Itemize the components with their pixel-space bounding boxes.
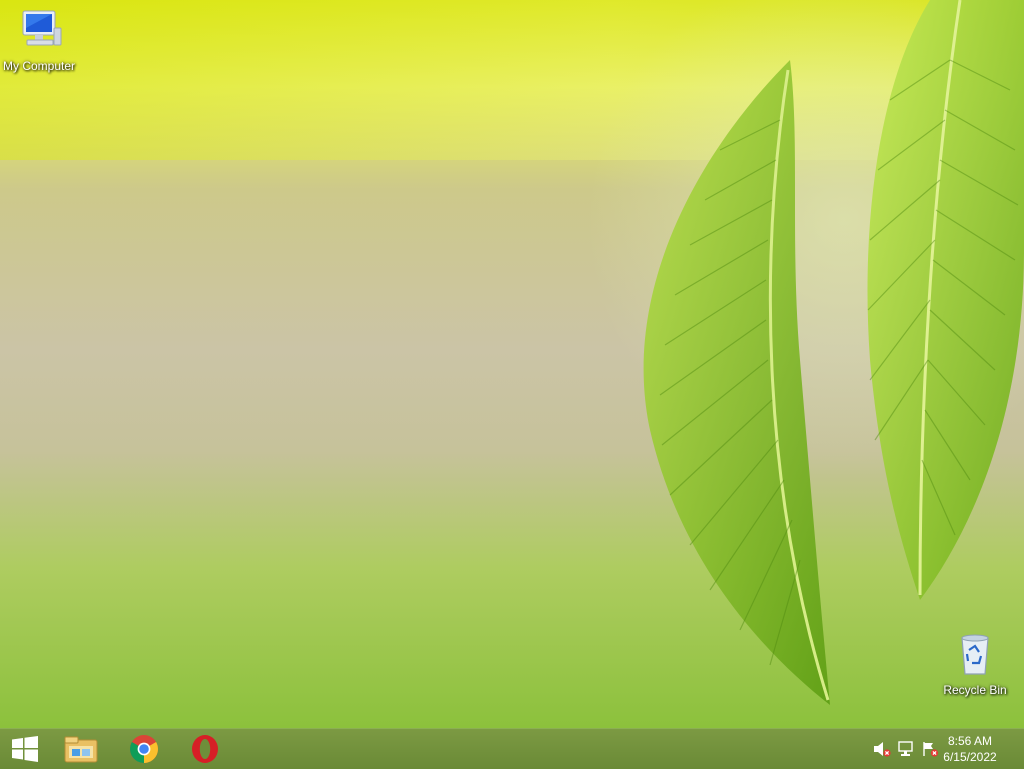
start-button[interactable]	[1, 729, 49, 769]
file-explorer-icon	[64, 736, 98, 763]
taskbar: 8:56 AM 6/15/2022	[0, 728, 1024, 769]
taskbar-file-explorer[interactable]	[57, 729, 105, 769]
desktop: My Computer Recycle Bin	[0, 0, 1024, 728]
desktop-icon-label: Recycle Bin	[943, 683, 1007, 697]
recycle-bin-icon	[961, 634, 989, 675]
clock-date: 6/15/2022	[943, 750, 997, 764]
computer-icon	[22, 10, 62, 46]
wallpaper-leaves	[643, 0, 1024, 705]
tray-network[interactable]	[895, 729, 917, 769]
tray-volume[interactable]	[871, 729, 893, 769]
chrome-icon	[130, 735, 158, 763]
network-icon	[898, 741, 913, 756]
desktop-icon-my-computer[interactable]: My Computer	[0, 8, 81, 73]
desktop-icon-recycle-bin[interactable]: Recycle Bin	[933, 632, 1017, 697]
taskbar-clock[interactable]: 8:56 AM 6/15/2022	[930, 733, 1010, 765]
windows-logo-icon	[12, 736, 38, 762]
volume-muted-icon	[874, 742, 891, 757]
opera-icon	[192, 735, 218, 763]
clock-time: 8:56 AM	[947, 734, 993, 748]
taskbar-opera[interactable]	[181, 729, 229, 769]
taskbar-chrome[interactable]	[120, 729, 168, 769]
desktop-icon-label: My Computer	[2, 59, 76, 73]
